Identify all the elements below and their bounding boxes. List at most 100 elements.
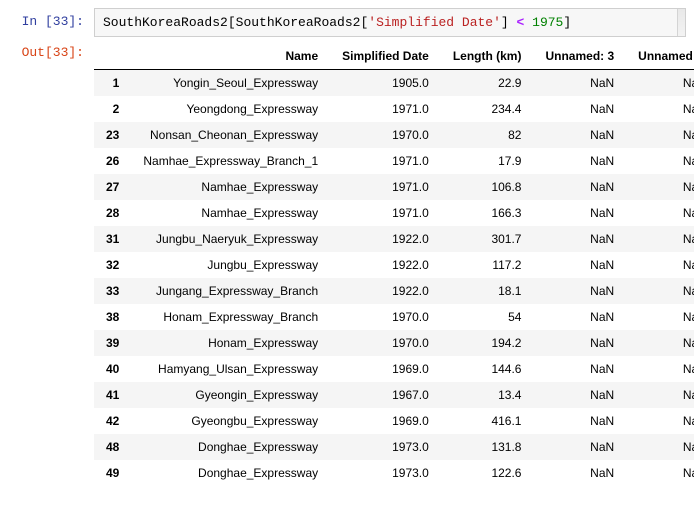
cell-simplified-date: 1971.0 xyxy=(330,174,441,200)
cell-unnamed-3: NaN xyxy=(533,434,626,460)
code-token-bracket: ] xyxy=(563,15,571,30)
cell-simplified-date: 1970.0 xyxy=(330,304,441,330)
row-index: 48 xyxy=(94,434,131,460)
cell-simplified-date: 1970.0 xyxy=(330,330,441,356)
cell-collapse-bar[interactable] xyxy=(677,9,685,36)
table-row: 33Jungang_Expressway_Branch1922.018.1NaN… xyxy=(94,278,694,304)
cell-unnamed-4: NaN xyxy=(626,330,694,356)
output-cell: Out[33]: Name Simplified Date Length (km… xyxy=(8,39,686,490)
cell-simplified-date: 1905.0 xyxy=(330,70,441,97)
table-row: 32Jungbu_Expressway1922.0117.2NaNNaN xyxy=(94,252,694,278)
row-index: 1 xyxy=(94,70,131,97)
table-row: 41Gyeongin_Expressway1967.013.4NaNNaN xyxy=(94,382,694,408)
code-token-bracket: [ xyxy=(228,15,236,30)
row-index: 27 xyxy=(94,174,131,200)
col-unnamed-3: Unnamed: 3 xyxy=(533,43,626,70)
cell-unnamed-3: NaN xyxy=(533,304,626,330)
cell-name: Yeongdong_Expressway xyxy=(131,96,330,122)
header-row: Name Simplified Date Length (km) Unnamed… xyxy=(94,43,694,70)
table-row: 23Nonsan_Cheonan_Expressway1970.082NaNNa… xyxy=(94,122,694,148)
cell-unnamed-4: NaN xyxy=(626,252,694,278)
table-row: 31Jungbu_Naeryuk_Expressway1922.0301.7Na… xyxy=(94,226,694,252)
cell-unnamed-4: NaN xyxy=(626,408,694,434)
table-body: 1Yongin_Seoul_Expressway1905.022.9NaNNaN… xyxy=(94,70,694,487)
table-row: 40Hamyang_Ulsan_Expressway1969.0144.6NaN… xyxy=(94,356,694,382)
input-prompt: In [33]: xyxy=(8,8,94,37)
cell-unnamed-3: NaN xyxy=(533,278,626,304)
table-row: 38Honam_Expressway_Branch1970.054NaNNaN xyxy=(94,304,694,330)
cell-unnamed-3: NaN xyxy=(533,460,626,486)
col-index-blank xyxy=(94,43,131,70)
row-index: 26 xyxy=(94,148,131,174)
code-token-dataframe: SouthKoreaRoads2 xyxy=(103,15,228,30)
cell-unnamed-4: NaN xyxy=(626,200,694,226)
cell-name: Namhae_Expressway_Branch_1 xyxy=(131,148,330,174)
cell-length-km: 18.1 xyxy=(441,278,534,304)
cell-unnamed-4: NaN xyxy=(626,96,694,122)
cell-unnamed-4: NaN xyxy=(626,304,694,330)
cell-simplified-date: 1969.0 xyxy=(330,408,441,434)
cell-length-km: 416.1 xyxy=(441,408,534,434)
cell-simplified-date: 1971.0 xyxy=(330,96,441,122)
cell-unnamed-4: NaN xyxy=(626,356,694,382)
cell-name: Hamyang_Ulsan_Expressway xyxy=(131,356,330,382)
cell-unnamed-3: NaN xyxy=(533,408,626,434)
table-row: 28Namhae_Expressway1971.0166.3NaNNaN xyxy=(94,200,694,226)
table-row: 42Gyeongbu_Expressway1969.0416.1NaNNaN xyxy=(94,408,694,434)
cell-unnamed-3: NaN xyxy=(533,356,626,382)
cell-name: Gyeongin_Expressway xyxy=(131,382,330,408)
row-index: 32 xyxy=(94,252,131,278)
output-prompt: Out[33]: xyxy=(8,39,94,490)
cell-unnamed-4: NaN xyxy=(626,70,694,97)
cell-length-km: 131.8 xyxy=(441,434,534,460)
cell-simplified-date: 1971.0 xyxy=(330,200,441,226)
row-index: 49 xyxy=(94,460,131,486)
cell-length-km: 13.4 xyxy=(441,382,534,408)
cell-name: Namhae_Expressway xyxy=(131,200,330,226)
cell-length-km: 82 xyxy=(441,122,534,148)
row-index: 2 xyxy=(94,96,131,122)
table-row: 39Honam_Expressway1970.0194.2NaNNaN xyxy=(94,330,694,356)
table-row: 26Namhae_Expressway_Branch_11971.017.9Na… xyxy=(94,148,694,174)
cell-unnamed-4: NaN xyxy=(626,434,694,460)
cell-unnamed-3: NaN xyxy=(533,70,626,97)
col-unnamed-4: Unnamed: 4 xyxy=(626,43,694,70)
cell-unnamed-3: NaN xyxy=(533,148,626,174)
cell-unnamed-4: NaN xyxy=(626,382,694,408)
row-index: 42 xyxy=(94,408,131,434)
table-row: 48Donghae_Expressway1973.0131.8NaNNaN xyxy=(94,434,694,460)
row-index: 28 xyxy=(94,200,131,226)
cell-length-km: 117.2 xyxy=(441,252,534,278)
cell-unnamed-4: NaN xyxy=(626,226,694,252)
cell-name: Honam_Expressway xyxy=(131,330,330,356)
code-token-number: 1975 xyxy=(532,15,563,30)
cell-name: Donghae_Expressway xyxy=(131,460,330,486)
input-cell: In [33]: SouthKoreaRoads2[SouthKoreaRoad… xyxy=(8,8,686,37)
cell-unnamed-4: NaN xyxy=(626,278,694,304)
cell-simplified-date: 1922.0 xyxy=(330,252,441,278)
cell-name: Honam_Expressway_Branch xyxy=(131,304,330,330)
cell-unnamed-3: NaN xyxy=(533,330,626,356)
cell-simplified-date: 1970.0 xyxy=(330,122,441,148)
cell-simplified-date: 1967.0 xyxy=(330,382,441,408)
cell-unnamed-3: NaN xyxy=(533,200,626,226)
cell-simplified-date: 1973.0 xyxy=(330,434,441,460)
code-input[interactable]: SouthKoreaRoads2[SouthKoreaRoads2['Simpl… xyxy=(94,8,686,37)
cell-name: Donghae_Expressway xyxy=(131,434,330,460)
cell-length-km: 17.9 xyxy=(441,148,534,174)
code-token-dataframe: SouthKoreaRoads2 xyxy=(236,15,361,30)
row-index: 41 xyxy=(94,382,131,408)
cell-unnamed-3: NaN xyxy=(533,252,626,278)
cell-unnamed-4: NaN xyxy=(626,122,694,148)
code-token-bracket: ] xyxy=(501,15,509,30)
col-simplified-date: Simplified Date xyxy=(330,43,441,70)
cell-simplified-date: 1969.0 xyxy=(330,356,441,382)
row-index: 33 xyxy=(94,278,131,304)
cell-length-km: 54 xyxy=(441,304,534,330)
cell-unnamed-3: NaN xyxy=(533,96,626,122)
code-token-string: 'Simplified Date' xyxy=(368,15,501,30)
cell-length-km: 194.2 xyxy=(441,330,534,356)
cell-unnamed-3: NaN xyxy=(533,174,626,200)
cell-length-km: 22.9 xyxy=(441,70,534,97)
cell-unnamed-3: NaN xyxy=(533,382,626,408)
